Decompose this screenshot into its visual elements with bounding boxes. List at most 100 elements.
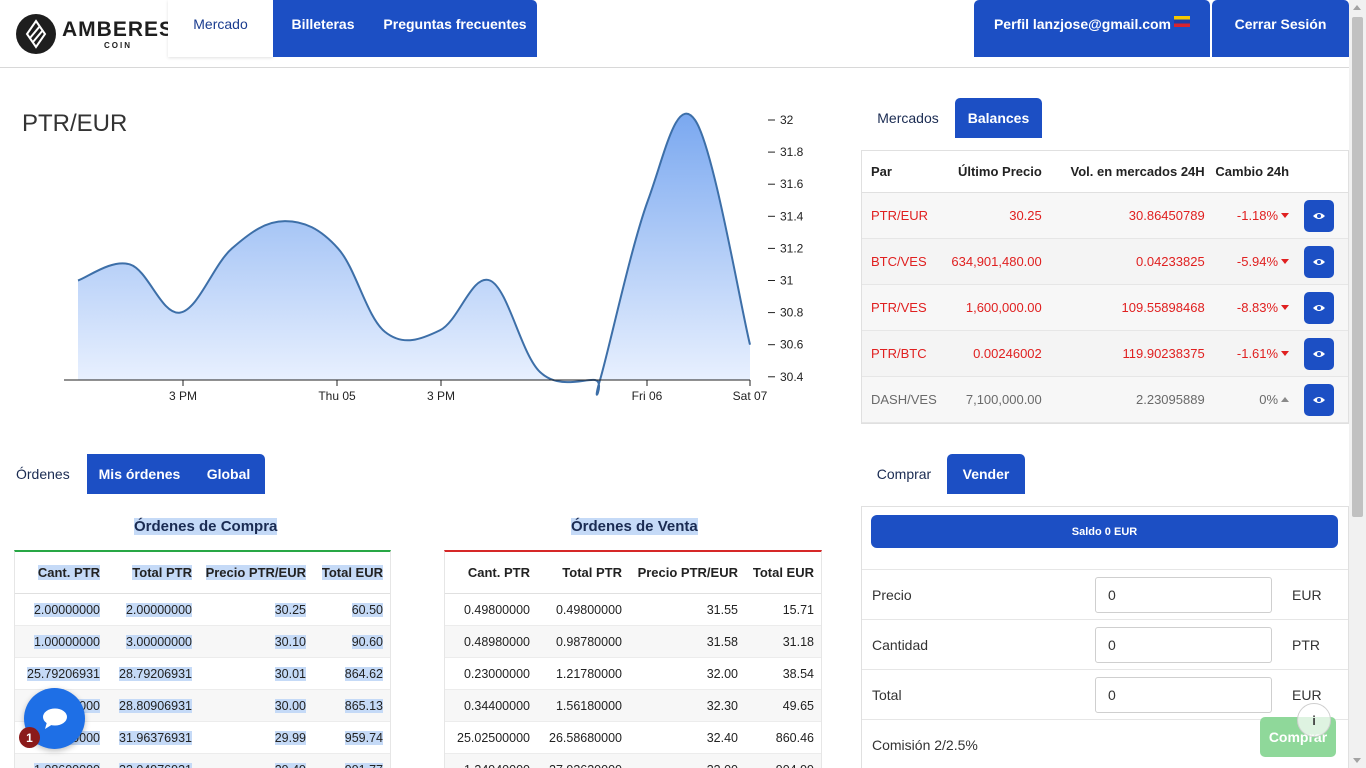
buy-order-row[interactable]: 2.00000000 2.00000000 30.25 60.50 <box>15 594 390 626</box>
market-row[interactable]: PTR/BTC 0.00246002 119.90238375 -1.61% <box>862 331 1348 377</box>
col-ultimo-precio: Último Precio <box>957 164 1042 179</box>
view-market-button[interactable] <box>1303 383 1334 416</box>
order-cell: 31.58 <box>706 634 738 649</box>
logo-mark-icon <box>16 14 56 54</box>
sell-orders-table: Cant. PTR Total PTR Precio PTR/EUR Total… <box>444 550 822 768</box>
order-cell: 27.93620000 <box>530 763 622 768</box>
order-cell: 31.96376931 <box>119 730 192 745</box>
order-cell: 2.00000000 <box>125 602 192 617</box>
col-vol-24h: Vol. en mercados 24H <box>1070 164 1205 179</box>
market-price: 30.25 <box>1009 208 1042 223</box>
caret-down-icon <box>1281 213 1290 218</box>
view-market-button[interactable] <box>1303 291 1334 324</box>
market-volume: 119.90238375 <box>1122 346 1205 361</box>
buy-order-row[interactable]: 1.00000000 3.00000000 30.10 90.60 <box>15 626 390 658</box>
order-cell: 30.10 <box>274 634 306 649</box>
page: AMBERES COIN Mercado Billeteras Pregunta… <box>0 0 1366 768</box>
order-cell: 15.71 <box>782 602 814 617</box>
trade-row-cantidad: Cantidad PTR <box>862 619 1348 669</box>
chart-x-tick-label: 3 PM <box>427 389 455 403</box>
view-market-button[interactable] <box>1303 245 1334 278</box>
market-volume: 2.23095889 <box>1136 392 1205 407</box>
chart-y-tick-label: 30.4 <box>780 370 804 384</box>
buy-order-row[interactable]: 25.79206931 28.79206931 30.01 864.62 <box>15 658 390 690</box>
col-par: Par <box>871 164 892 179</box>
venezuela-flag-icon <box>1174 16 1191 27</box>
precio-input[interactable] <box>1095 576 1272 613</box>
markets-tabs: Mercados Balances <box>861 98 1042 138</box>
market-volume: 30.86450789 <box>1128 208 1205 223</box>
brand-sub: COIN <box>104 40 132 50</box>
order-cell: 0.23000000 <box>463 666 530 681</box>
top-navbar: AMBERES COIN Mercado Billeteras Pregunta… <box>0 0 1349 68</box>
cantidad-label: Cantidad <box>872 636 929 653</box>
sell-order-row[interactable]: 0.34400000 1.56180000 32.30 49.65 <box>445 690 821 722</box>
market-pair: DASH/VES <box>871 392 937 407</box>
sell-orders-header: Cant. PTR Total PTR Precio PTR/EUR Total… <box>445 552 821 594</box>
chart-y-tick-label: 30.8 <box>780 306 804 320</box>
cantidad-input[interactable] <box>1095 626 1272 663</box>
chart-y-tick-label: 30.6 <box>780 338 804 352</box>
chart-y-tick-label: 31.8 <box>780 145 804 159</box>
logout-button[interactable]: Cerrar Sesión <box>1212 0 1349 57</box>
order-cell: 32.40 <box>706 730 738 745</box>
order-cell: 28.79206931 <box>119 666 192 681</box>
market-change: -5.94% <box>1205 254 1290 269</box>
chart-y-tick-label: 31.6 <box>780 177 804 191</box>
buy-order-row[interactable]: 1.0860000033.0497693129.49991.77 <box>15 754 390 768</box>
market-row[interactable]: PTR/EUR 30.25 30.86450789 -1.18% <box>862 193 1348 239</box>
market-row[interactable]: BTC/VES 634,901,480.00 0.04233825 -5.94% <box>862 239 1348 285</box>
order-cell: 32.30 <box>706 698 738 713</box>
caret-up-icon <box>1281 397 1290 402</box>
order-cell: 1.08600000 <box>15 762 100 768</box>
order-cell: 29.99 <box>274 730 306 745</box>
nav-tab-mercado[interactable]: Mercado <box>168 0 273 57</box>
view-market-button[interactable] <box>1303 199 1334 232</box>
sell-order-row[interactable]: 0.48980000 0.98780000 31.58 31.18 <box>445 626 821 658</box>
precio-label: Precio <box>872 586 912 603</box>
tab-global[interactable]: Global <box>192 454 265 494</box>
tab-balances[interactable]: Balances <box>955 98 1042 138</box>
sell-order-row[interactable]: 0.49800000 0.49800000 31.55 15.71 <box>445 594 821 626</box>
sell-order-row[interactable]: 0.23000000 1.21780000 32.00 38.54 <box>445 658 821 690</box>
orders-tabs: Órdenes Mis órdenes Global <box>14 454 265 494</box>
brand-logo[interactable]: AMBERES COIN <box>16 14 174 54</box>
order-cell: 0.98780000 <box>555 634 622 649</box>
order-cell: 0.49800000 <box>555 602 622 617</box>
order-cell: 28.80906931 <box>119 698 192 713</box>
tab-vender[interactable]: Vender <box>947 454 1025 494</box>
page-scrollbar[interactable] <box>1349 0 1366 768</box>
info-icon[interactable]: i <box>1297 703 1331 737</box>
sell-order-row[interactable]: 1.3494000027.9362000033.00904.99 <box>445 754 821 768</box>
scroll-thumb[interactable] <box>1352 17 1363 517</box>
chart-x-tick-label: 3 PM <box>169 389 197 403</box>
tab-mis-ordenes[interactable]: Mis órdenes <box>87 454 192 494</box>
market-row[interactable]: PTR/VES 1,600,000.00 109.55898468 -8.83% <box>862 285 1348 331</box>
scroll-down-arrow-icon[interactable] <box>1353 758 1361 763</box>
market-change: -1.61% <box>1205 346 1290 361</box>
tab-comprar[interactable]: Comprar <box>861 454 947 494</box>
nav-tab-billeteras[interactable]: Billeteras <box>273 0 373 57</box>
profile-button[interactable]: Perfil lanzjose@gmail.com <box>974 0 1210 57</box>
order-cell: 1.56180000 <box>555 698 622 713</box>
caret-down-icon <box>1281 305 1290 310</box>
saldo-button[interactable]: Saldo 0 EUR <box>871 515 1338 548</box>
market-row[interactable]: DASH/VES 7,100,000.00 2.23095889 0% <box>862 377 1348 423</box>
total-input[interactable] <box>1095 676 1272 713</box>
order-cell: 1.34940000 <box>445 763 530 768</box>
price-chart[interactable]: 32 31.8 31.6 31.4 31.2 31 30.8 30.6 30.4 3 PM Thu… <box>0 100 820 420</box>
chart-y-tick-label: 31.4 <box>780 209 804 223</box>
sell-order-row[interactable]: 25.02500000 26.58680000 32.40 860.46 <box>445 722 821 754</box>
tab-ordenes[interactable]: Órdenes <box>14 454 87 494</box>
nav-tab-preguntas-frecuentes[interactable]: Preguntas frecuentes <box>373 0 537 57</box>
view-market-button[interactable] <box>1303 337 1334 370</box>
order-cell: 1.21780000 <box>555 666 622 681</box>
order-cell: 904.99 <box>738 763 814 768</box>
trade-row-total: Total EUR <box>862 669 1348 719</box>
col-cambio-24h: Cambio 24h <box>1215 164 1290 179</box>
order-cell: 959.74 <box>344 730 383 745</box>
eye-icon <box>1312 304 1325 311</box>
order-cell: 38.54 <box>782 666 814 681</box>
scroll-up-arrow-icon[interactable] <box>1353 5 1361 10</box>
tab-mercados[interactable]: Mercados <box>861 98 955 138</box>
